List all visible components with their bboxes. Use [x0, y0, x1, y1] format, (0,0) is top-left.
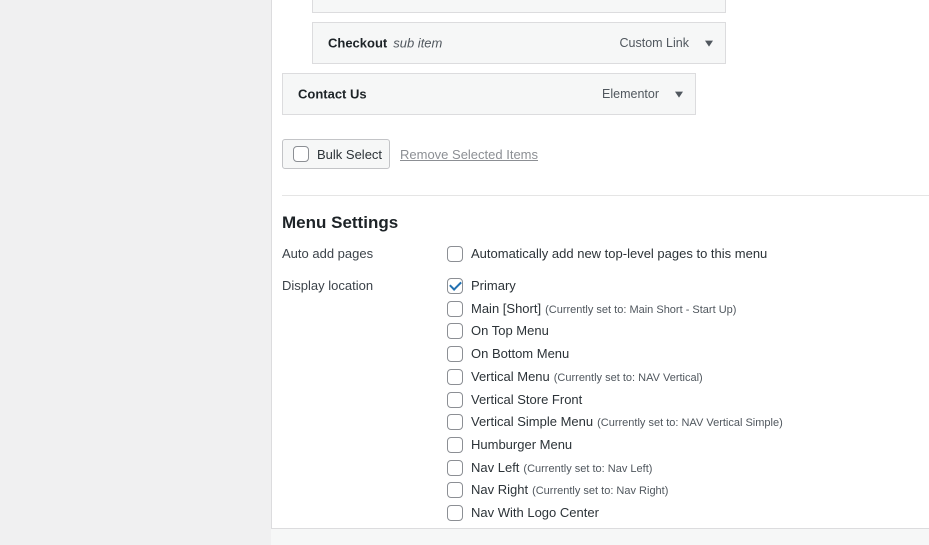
menu-item-subtitle: sub item	[393, 35, 443, 51]
bulk-select-checkbox[interactable]	[293, 146, 309, 162]
checkbox[interactable]	[447, 460, 463, 476]
display-location-option-label: Nav With Logo Center	[471, 505, 599, 520]
chevron-down-icon[interactable]	[705, 40, 713, 47]
remove-selected-link[interactable]: Remove Selected Items	[400, 147, 538, 162]
bulk-select-label: Bulk Select	[317, 147, 383, 162]
menu-item-contact-us[interactable]: Contact Us Elementor	[282, 73, 696, 115]
checkbox[interactable]	[447, 482, 463, 498]
admin-sidebar-area	[0, 0, 271, 544]
checkbox[interactable]	[447, 369, 463, 385]
menu-item-title: Checkout sub item	[328, 35, 443, 51]
location-name: Humburger Menu	[471, 437, 573, 452]
auto-add-pages-text: Automatically add new top-level pages to…	[471, 246, 768, 261]
location-current-assignment: (Currently set to: Nav Left)	[523, 463, 653, 475]
menu-item-partial[interactable]	[312, 0, 726, 13]
location-name: Nav Right	[471, 482, 529, 497]
display-location-option-label: Vertical Store Front	[471, 392, 582, 407]
location-name: Vertical Simple Menu	[471, 414, 594, 429]
location-current-assignment: (Currently set to: NAV Vertical)	[553, 372, 703, 384]
location-name: On Bottom Menu	[471, 346, 570, 361]
location-name: Nav Left	[471, 460, 520, 475]
display-location-option-label: Nav Left (Currently set to: Nav Left)	[471, 460, 652, 475]
location-name: Vertical Menu	[471, 369, 550, 384]
checkbox[interactable]	[447, 346, 463, 362]
display-location-option-label: Humburger Menu	[471, 437, 572, 452]
checkbox[interactable]	[447, 414, 463, 430]
checkbox[interactable]	[447, 437, 463, 453]
display-location-option-label: Nav Right (Currently set to: Nav Right)	[471, 482, 668, 497]
footer-bar	[271, 528, 929, 545]
location-name: Nav With Logo Center	[471, 505, 599, 520]
location-name: Vertical Store Front	[471, 392, 583, 407]
auto-add-pages-label: Auto add pages	[282, 246, 374, 261]
display-location-option-label: On Bottom Menu	[471, 346, 569, 361]
bulk-select-button[interactable]: Bulk Select	[282, 139, 390, 169]
checkbox[interactable]	[447, 323, 463, 339]
checkbox-checked[interactable]	[447, 278, 463, 294]
checkbox[interactable]	[447, 301, 463, 317]
menu-item-type: Elementor	[602, 87, 659, 101]
checkbox[interactable]	[447, 505, 463, 521]
checkbox[interactable]	[447, 392, 463, 408]
display-location-option-label: On Top Menu	[471, 323, 549, 338]
display-location-option-label: Vertical Simple Menu (Currently set to: N…	[471, 414, 783, 429]
location-current-assignment: (Currently set to: NAV Vertical Simple)	[597, 417, 783, 429]
section-divider	[282, 195, 929, 196]
menu-item-checkout[interactable]: Checkout sub item Custom Link	[312, 22, 726, 64]
chevron-down-icon[interactable]	[675, 91, 683, 98]
display-location-option-label: Primary	[471, 278, 516, 293]
display-location-option-label: Main [Short] (Currently set to: Main Shor…	[471, 301, 736, 316]
location-name: On Top Menu	[471, 323, 549, 338]
menu-item-title: Contact Us	[298, 86, 367, 102]
auto-add-pages-checkbox[interactable]	[447, 246, 463, 262]
location-current-assignment: (Currently set to: Main Short - Start Up…	[545, 304, 737, 316]
menu-settings-heading: Menu Settings	[282, 213, 399, 232]
display-location-label: Display location	[282, 278, 374, 293]
menu-item-type: Custom Link	[619, 36, 689, 50]
display-location-option-label: Vertical Menu (Currently set to: NAV Vert…	[471, 369, 703, 384]
location-name: Primary	[471, 278, 516, 293]
location-current-assignment: (Currently set to: Nav Right)	[532, 485, 669, 497]
location-name: Main [Short]	[471, 301, 542, 316]
